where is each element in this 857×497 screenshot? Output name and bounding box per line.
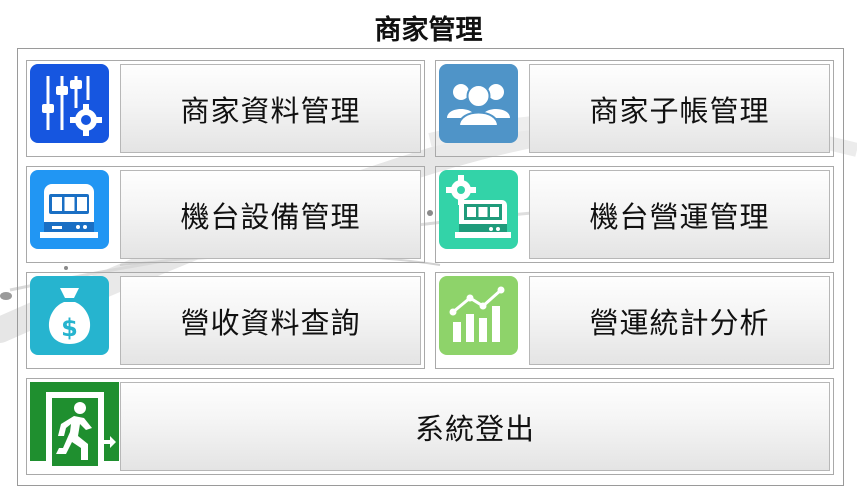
- settings-sliders-icon: [30, 64, 109, 143]
- menu-item-logout[interactable]: 系統登出: [26, 378, 834, 475]
- logout-button[interactable]: 系統登出: [120, 382, 830, 471]
- merchant-subaccount-button[interactable]: 商家子帳管理: [529, 64, 830, 153]
- menu-item-operation-statistics[interactable]: 營運統計分析: [435, 272, 834, 369]
- slot-machine-icon: [30, 170, 109, 249]
- menu-item-machine-equipment[interactable]: 機台設備管理: [26, 166, 425, 263]
- machine-operation-button[interactable]: 機台營運管理: [529, 170, 830, 259]
- slot-machine-gear-icon: [439, 170, 518, 249]
- emergency-exit-icon: [30, 382, 119, 466]
- operation-statistics-button[interactable]: 營運統計分析: [529, 276, 830, 365]
- bar-chart-growth-icon: [439, 276, 518, 355]
- menu-item-merchant-subaccount[interactable]: 商家子帳管理: [435, 60, 834, 157]
- menu-item-machine-operation[interactable]: 機台營運管理: [435, 166, 834, 263]
- page-title: 商家管理: [374, 15, 483, 46]
- menu-item-revenue-query[interactable]: $ 營收資料查詢: [26, 272, 425, 369]
- merchant-data-button[interactable]: 商家資料管理: [120, 64, 421, 153]
- svg-text:$: $: [61, 314, 78, 342]
- menu-panel: 商家資料管理 商家子帳管理 機台設備管理 機台營運管理 $ 營收資料查詢 營運統…: [17, 48, 844, 486]
- users-group-icon: [439, 64, 518, 143]
- menu-item-merchant-data[interactable]: 商家資料管理: [26, 60, 425, 157]
- revenue-query-button[interactable]: 營收資料查詢: [120, 276, 421, 365]
- money-bag-icon: $: [30, 276, 109, 355]
- machine-equipment-button[interactable]: 機台設備管理: [120, 170, 421, 259]
